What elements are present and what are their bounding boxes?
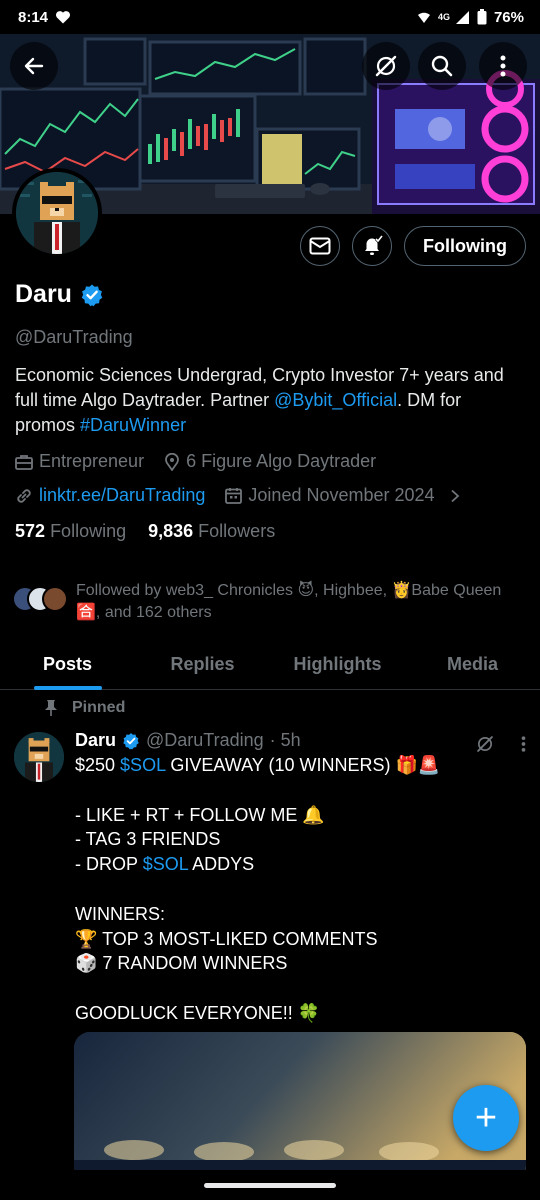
display-name: Daru: [15, 280, 72, 308]
following-count-link[interactable]: 572 Following: [15, 521, 126, 542]
home-gesture-handle[interactable]: [204, 1182, 336, 1188]
post-line: $250: [75, 755, 121, 775]
post-text: $250 $SOL GIVEAWAY (10 WINNERS) 🎁🚨 - LIKE…: [75, 753, 525, 1026]
tab-media[interactable]: Media: [405, 640, 540, 689]
battery-icon: [477, 9, 487, 25]
post-line: 🎲 7 RANDOM WINNERS: [75, 953, 288, 974]
profile-category: Entrepreneur: [39, 451, 145, 471]
location-icon: [165, 452, 179, 471]
profile-meta-row-1: Entrepreneur 6 Figure Algo Daytrader: [15, 451, 527, 472]
profile-tabs: Posts Replies Highlights Media: [0, 640, 540, 690]
profile-handle: @DaruTrading: [15, 327, 133, 347]
tab-replies[interactable]: Replies: [135, 640, 270, 689]
profile-website-link[interactable]: linktr.ee/DaruTrading: [39, 485, 205, 506]
wifi-icon: [417, 12, 430, 23]
post-line: 🏆 TOP 3 MOST-LIKED COMMENTS: [75, 928, 378, 949]
bio-mention-link[interactable]: @Bybit_Official: [274, 390, 397, 410]
signal-icon: [455, 10, 469, 24]
plus-icon: +: [474, 1096, 498, 1139]
verified-badge-icon: [123, 732, 139, 749]
post-header: Daru @DaruTrading · 5h: [75, 728, 525, 753]
system-nav-bar: [0, 1170, 540, 1200]
profile-location: 6 Figure Algo Daytrader: [186, 451, 377, 471]
post-line: - LIKE + RT + FOLLOW ME 🔔: [75, 804, 325, 825]
followed-by-row[interactable]: Followed by web3_ Chronicles 😈, Highbee,…: [12, 580, 528, 624]
pixel-doge-avatar: [16, 172, 98, 254]
followers-count-link[interactable]: 9,836 Followers: [148, 521, 275, 542]
link-icon: [17, 488, 31, 503]
follow-counts: 572 Following 9,836 Followers: [15, 521, 527, 542]
tab-highlights[interactable]: Highlights: [270, 640, 405, 689]
grok-icon: [375, 55, 397, 77]
verified-badge-icon: [81, 284, 103, 306]
cashtag-link[interactable]: $SOL: [120, 755, 165, 775]
post-line: WINNERS:: [75, 903, 165, 924]
notifications-button[interactable]: [352, 226, 393, 266]
more-vertical-icon: [500, 55, 506, 77]
profile-info: Daru @DaruTrading Economic Sciences Unde…: [15, 280, 527, 542]
search-icon: [431, 55, 453, 77]
back-button[interactable]: [10, 42, 58, 90]
pixel-doge-avatar: [14, 732, 64, 782]
search-button[interactable]: [418, 42, 466, 90]
post-body: Daru @DaruTrading · 5h $250 $SOL GIVEAWA…: [75, 728, 525, 1026]
following-count: 572: [15, 521, 46, 541]
avatar: [42, 586, 68, 612]
heart-icon: [56, 11, 71, 24]
back-arrow-icon: [24, 57, 44, 75]
post-author-name[interactable]: Daru: [75, 730, 116, 751]
status-bar: 8:14 4G 76%: [0, 0, 540, 34]
post-line: - DROP: [75, 854, 143, 875]
tab-posts[interactable]: Posts: [0, 640, 135, 689]
following-button[interactable]: Following: [404, 226, 526, 266]
message-icon: [309, 237, 331, 255]
followed-by-text: Followed by web3_ Chronicles 😈, Highbee,…: [76, 582, 502, 621]
post-time: · 5h: [269, 730, 301, 750]
more-vertical-icon[interactable]: [521, 736, 526, 752]
profile-meta-row-2: linktr.ee/DaruTrading Joined November 20…: [15, 485, 527, 506]
profile-joined-date: Joined November 2024: [248, 485, 435, 505]
bio-hashtag-link[interactable]: #DaruWinner: [80, 415, 186, 435]
cashtag-link[interactable]: $SOL: [143, 854, 188, 874]
status-time: 8:14: [18, 8, 49, 26]
pinned-text: Pinned: [72, 699, 126, 716]
pinned-label: Pinned: [44, 699, 125, 717]
post-author-avatar[interactable]: [14, 732, 64, 782]
followers-count: 9,836: [148, 521, 194, 541]
pin-icon: [45, 700, 57, 716]
grok-button[interactable]: [362, 42, 410, 90]
battery-level: 76%: [493, 8, 524, 26]
post-author-handle[interactable]: @DaruTrading: [146, 730, 264, 751]
post-line: ADDYS: [188, 854, 255, 875]
grok-icon[interactable]: [475, 734, 495, 754]
briefcase-icon: [15, 454, 33, 470]
post-line: GOODLUCK EVERYONE!! 🍀: [75, 1002, 321, 1023]
chevron-right-icon[interactable]: [449, 489, 461, 503]
compose-post-button[interactable]: +: [453, 1085, 519, 1151]
post-line: - TAG 3 FRIENDS: [75, 829, 221, 850]
more-options-button[interactable]: [479, 42, 527, 90]
calendar-icon: [225, 488, 243, 504]
post-line: GIVEAWAY (10 WINNERS) 🎁🚨: [165, 755, 441, 775]
message-button[interactable]: [300, 226, 341, 266]
profile-avatar[interactable]: [12, 168, 102, 258]
notification-bell-icon: [365, 235, 384, 255]
network-type: 4G: [437, 12, 450, 22]
profile-actions: Following: [300, 226, 526, 266]
follower-avatars: [12, 586, 70, 614]
post-header-actions: [475, 734, 526, 754]
following-label: Following: [50, 521, 127, 541]
profile-bio: Economic Sciences Undergrad, Crypto Inve…: [15, 363, 520, 438]
followers-label: Followers: [198, 521, 276, 541]
